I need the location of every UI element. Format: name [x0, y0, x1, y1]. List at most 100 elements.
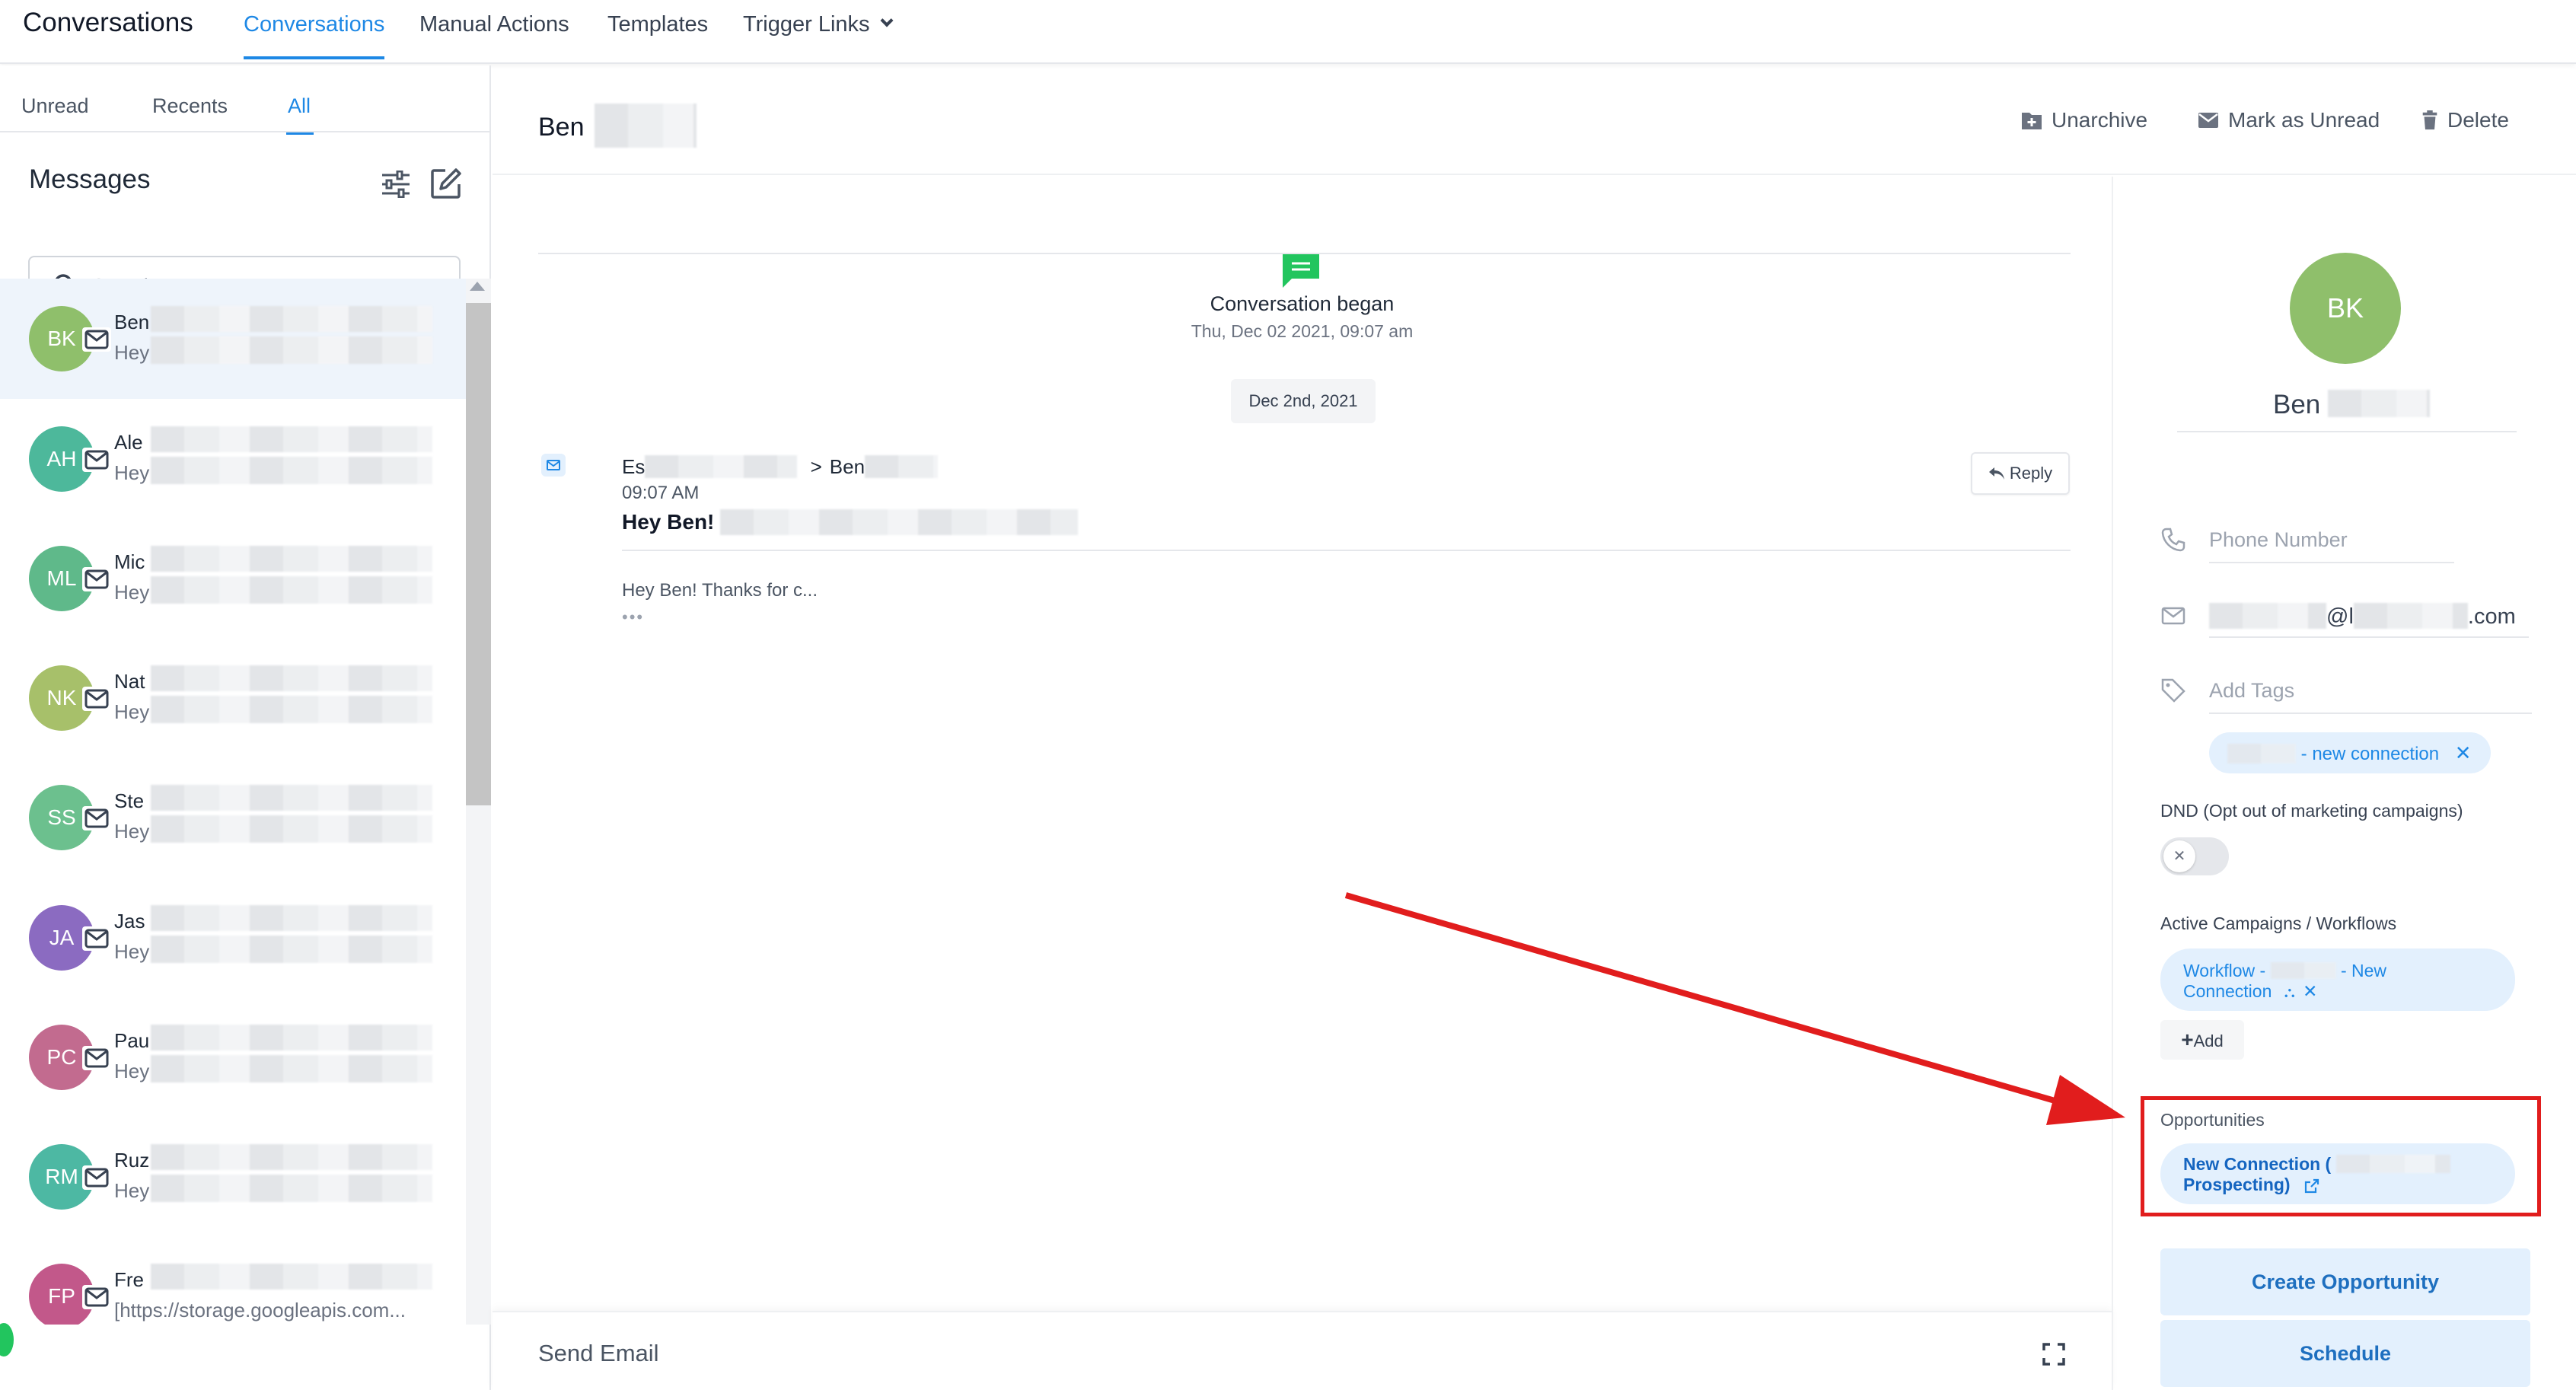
sitemap-icon: ⛬ [2284, 984, 2295, 1001]
mark-as-unread-label: Mark as Unread [2228, 108, 2380, 132]
contact-avatar: BK [2290, 253, 2401, 364]
recipient-name: Ben [829, 455, 866, 478]
message-subject: Hey Ben! [622, 508, 1079, 537]
redacted-block [151, 905, 432, 931]
redacted-block [151, 1055, 432, 1082]
subtab-all[interactable]: All [288, 94, 311, 118]
subtab-unread[interactable]: Unread [21, 94, 89, 118]
conversation-began-label: Conversation began [1210, 292, 1395, 315]
scroll-up-arrow-icon[interactable] [470, 282, 485, 291]
conversation-list-item[interactable]: PC Pau Hey [0, 997, 466, 1117]
conversation-list-item[interactable]: AH Ale Hey [0, 399, 466, 519]
envelope-icon [82, 926, 111, 951]
conversation-list: BK Ben Hey AH Ale Hey ML Mic Hey NK Nat Hey SS Ste Hey… [0, 279, 466, 1325]
redacted-block [865, 455, 939, 479]
phone-number-field[interactable]: Phone Number [2209, 528, 2348, 552]
conversation-preview: Hey [114, 581, 150, 604]
create-opportunity-button[interactable]: Create Opportunity [2160, 1248, 2530, 1315]
sender-name: Es [622, 455, 646, 478]
tag-chip[interactable]: - new connection ✕ [2209, 732, 2491, 773]
recipient-separator: > [810, 455, 822, 478]
envelope-icon [82, 806, 111, 830]
conversation-list-item[interactable]: BK Ben Hey [0, 279, 466, 399]
workflow-line2: Connection [2183, 981, 2272, 1001]
delete-button[interactable]: Delete [2421, 108, 2509, 132]
conversation-name: Mic [114, 550, 145, 573]
opportunity-chip[interactable]: New Connection ( Prospecting) [2160, 1143, 2515, 1204]
filter-sliders-icon[interactable] [381, 171, 411, 198]
app-title: Conversations [23, 8, 193, 37]
redacted-block [151, 696, 432, 723]
message-thread: Conversation began Thu, Dec 02 2021, 09:… [493, 177, 2112, 1390]
conversation-name: Nat [114, 670, 145, 693]
redacted-block [151, 1025, 432, 1050]
scrollbar-thumb[interactable] [466, 303, 491, 805]
envelope-icon [82, 1285, 111, 1309]
conversation-name: Ale [114, 431, 143, 454]
unarchive-button[interactable]: Unarchive [2021, 108, 2147, 132]
conversation-list-item[interactable]: SS Ste Hey [0, 757, 466, 878]
delete-label: Delete [2447, 108, 2509, 132]
redacted-block [2209, 603, 2326, 630]
tab-templates[interactable]: Templates [607, 12, 708, 59]
subtab-recents[interactable]: Recents [152, 94, 228, 118]
chat-bubble-icon [1283, 254, 1319, 288]
conversation-began-time: Thu, Dec 02 2021, 09:07 am [1191, 321, 1414, 341]
conversation-list-item[interactable]: NK Nat Hey [0, 638, 466, 758]
external-link-icon[interactable] [2304, 1178, 2319, 1194]
tag-icon [2161, 678, 2185, 703]
schedule-button[interactable]: Schedule [2160, 1320, 2530, 1387]
conversation-preview: [https://storage.googleapis.com... [114, 1299, 406, 1321]
divider [2209, 713, 2532, 714]
tab-conversations[interactable]: Conversations [244, 12, 385, 59]
add-workflow-button[interactable]: +Add [2160, 1020, 2244, 1060]
remove-workflow-icon[interactable]: ✕ [2303, 981, 2317, 1001]
composer-bar[interactable]: Send Email [493, 1311, 2112, 1390]
compose-icon[interactable] [430, 167, 462, 199]
add-tags-field[interactable]: Add Tags [2209, 679, 2294, 703]
tab-manual-actions[interactable]: Manual Actions [419, 12, 569, 59]
contact-panel-name[interactable]: Ben [2273, 389, 2431, 420]
send-email-label: Send Email [538, 1340, 659, 1366]
remove-tag-icon[interactable]: ✕ [2455, 741, 2472, 764]
workflow-chip[interactable]: Workflow - - New Connection ⛬ ✕ [2160, 948, 2515, 1011]
conversation-preview: Hey [114, 1179, 150, 1202]
envelope-icon [82, 567, 111, 591]
redacted-block [151, 1175, 432, 1202]
toggle-off-icon: ✕ [2163, 840, 2195, 872]
reply-button[interactable]: Reply [1971, 452, 2070, 495]
redacted-block [151, 426, 432, 452]
redacted-block [720, 508, 1079, 535]
conversation-name: Ruz [114, 1149, 150, 1172]
message-time: 09:07 AM [622, 483, 700, 503]
expand-message-dots[interactable]: ••• [622, 607, 644, 627]
workflow-suffix: - New [2340, 961, 2387, 980]
redacted-block [151, 1144, 432, 1170]
conversation-preview: Hey [114, 820, 150, 843]
redacted-block [151, 815, 432, 843]
envelope-icon [82, 687, 111, 711]
conversation-list-item[interactable]: RM Ruz Hey [0, 1117, 466, 1237]
date-separator: Dec 2nd, 2021 [1231, 379, 1376, 423]
opportunity-line2: Prospecting) [2183, 1174, 2291, 1194]
message-sender-line: Es > Ben [622, 455, 939, 480]
email-icon [2161, 607, 2185, 625]
conversation-preview: Hey [114, 341, 150, 364]
tab-trigger-links[interactable]: Trigger Links [743, 12, 894, 59]
conversation-list-item[interactable]: JA Jas Hey [0, 878, 466, 998]
email-field[interactable]: @l .com [2209, 603, 2516, 630]
dnd-toggle[interactable]: ✕ [2160, 837, 2229, 875]
divider [0, 131, 491, 132]
conversation-list-item[interactable]: FP Fre [https://storage.googleapis.com... [0, 1236, 466, 1325]
redacted-block [2227, 743, 2296, 764]
conversation-header: Ben Unarchive Mark as Unread Delete [493, 65, 2576, 175]
dnd-label: DND (Opt out of marketing campaigns) [2160, 801, 2463, 821]
reply-arrow-icon [1988, 467, 2004, 480]
conversation-list-item[interactable]: ML Mic Hey [0, 518, 466, 639]
mark-as-unread-button[interactable]: Mark as Unread [2198, 108, 2380, 132]
envelope-icon [2198, 113, 2218, 128]
expand-icon[interactable] [2042, 1343, 2065, 1366]
conversation-name: Jas [114, 910, 145, 933]
plus-icon: + [2181, 1028, 2194, 1051]
email-channel-icon [541, 454, 566, 477]
